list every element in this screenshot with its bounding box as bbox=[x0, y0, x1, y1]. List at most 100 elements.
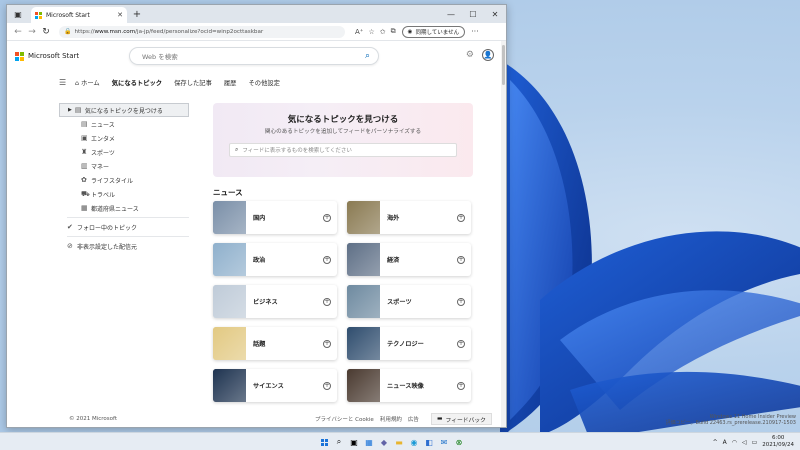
topic-card[interactable]: 政治 + bbox=[213, 243, 337, 276]
microsoft-logo-icon[interactable] bbox=[15, 51, 24, 61]
newspaper-icon: ▤ bbox=[81, 120, 88, 128]
wifi-icon[interactable]: ◠ bbox=[732, 439, 737, 446]
search-icon[interactable]: ⌕ bbox=[365, 51, 370, 61]
topic-card[interactable]: 話題 + bbox=[213, 327, 337, 360]
nav-item-other-settings[interactable]: その他設定 bbox=[248, 78, 279, 87]
chevron-up-icon[interactable]: ^ bbox=[713, 439, 718, 446]
favorite-star-icon[interactable]: ☆ bbox=[368, 28, 374, 36]
favorites-list-icon[interactable]: ✩ bbox=[380, 28, 386, 36]
sidebar-item-hidden-sources[interactable]: ⊘ 非表示設定した配信元 bbox=[59, 239, 189, 253]
profile-sync-button[interactable]: ◉ 同期していません bbox=[401, 25, 466, 38]
volume-icon[interactable]: ◁ bbox=[742, 439, 747, 446]
add-topic-icon[interactable]: + bbox=[323, 255, 331, 264]
page-scrollbar[interactable] bbox=[501, 41, 506, 427]
sidebar-item-discover[interactable]: ▶ ▤ 気になるトピックを見つける bbox=[59, 103, 189, 117]
system-tray: ^ A ◠ ◁ ▭ 6:00 2021/09/24 bbox=[713, 434, 794, 450]
gear-icon[interactable]: ⚙ bbox=[466, 50, 474, 60]
add-topic-icon[interactable]: + bbox=[323, 381, 331, 390]
feedback-button[interactable]: ▬ フィードバック bbox=[431, 413, 492, 425]
add-topic-icon[interactable]: + bbox=[323, 339, 331, 348]
new-tab-icon[interactable]: + bbox=[131, 8, 143, 20]
search-icon[interactable]: ⌕ bbox=[333, 436, 345, 448]
browser-tab[interactable]: Microsoft Start ✕ bbox=[31, 7, 127, 23]
tab-actions-icon[interactable]: ▣ bbox=[11, 8, 25, 20]
sidebar-item-topic[interactable]: ⛟ トラベル bbox=[59, 187, 189, 201]
topic-card[interactable]: スポーツ + bbox=[347, 285, 471, 318]
topic-card[interactable]: ニュース映像 + bbox=[347, 369, 471, 402]
car-icon: ⛟ bbox=[81, 189, 90, 198]
minimize-icon[interactable]: — bbox=[440, 5, 462, 23]
topic-card[interactable]: ビジネス + bbox=[213, 285, 337, 318]
add-topic-icon[interactable]: + bbox=[323, 297, 331, 306]
web-search-input[interactable]: Web を検索 ⌕ bbox=[129, 47, 379, 65]
avatar-icon[interactable]: 👤 bbox=[482, 49, 494, 61]
topic-card-label: スポーツ bbox=[387, 299, 412, 306]
sidebar-item-topic[interactable]: ▤ ニュース bbox=[59, 117, 189, 131]
add-topic-icon[interactable]: + bbox=[457, 213, 465, 222]
add-topic-icon[interactable]: + bbox=[457, 255, 465, 264]
nav-item-saved[interactable]: 保存した記事 bbox=[174, 78, 212, 87]
start-icon[interactable] bbox=[318, 436, 330, 448]
mail-icon[interactable]: ✉ bbox=[438, 436, 450, 448]
file-explorer-icon[interactable]: ▬ bbox=[393, 436, 405, 448]
window-controls: — ☐ ✕ bbox=[440, 5, 506, 23]
reader-view-icon[interactable]: A⁺ bbox=[355, 28, 363, 36]
sidebar-item-topic[interactable]: ▣ エンタメ bbox=[59, 131, 189, 145]
main-content: 気になるトピックを見つける 関心のあるトピックを追加してフィードをパーソナライズ… bbox=[213, 103, 473, 402]
footer-link-privacy[interactable]: プライバシーと Cookie bbox=[315, 415, 374, 423]
sidebar-item-topic[interactable]: ✿ ライフスタイル bbox=[59, 173, 189, 187]
footer-link-terms[interactable]: 利用規約 bbox=[380, 415, 402, 423]
sidebar-item-following[interactable]: ✔ フォロー中のトピック bbox=[59, 220, 189, 234]
forward-icon[interactable]: → bbox=[25, 25, 39, 39]
maximize-icon[interactable]: ☐ bbox=[462, 5, 484, 23]
task-view-icon[interactable]: ▣ bbox=[348, 436, 360, 448]
sidebar-item-label: マネー bbox=[91, 163, 110, 171]
nav-item-topics[interactable]: 気になるトピック bbox=[112, 78, 162, 87]
topic-card[interactable]: 経済 + bbox=[347, 243, 471, 276]
copyright: © 2021 Microsoft bbox=[69, 416, 118, 422]
topic-card-label: 話題 bbox=[253, 341, 266, 348]
sidebar-item-topic[interactable]: ▥ マネー bbox=[59, 159, 189, 173]
add-topic-icon[interactable]: + bbox=[457, 339, 465, 348]
site-header: Microsoft Start Web を検索 ⌕ ⚙ 👤 bbox=[7, 41, 506, 71]
refresh-icon[interactable]: ↻ bbox=[39, 25, 53, 39]
topic-thumbnail bbox=[347, 327, 380, 360]
back-icon[interactable]: ← bbox=[11, 25, 25, 39]
topic-card[interactable]: 国内 + bbox=[213, 201, 337, 234]
topic-thumbnail bbox=[213, 285, 246, 318]
brand-name[interactable]: Microsoft Start bbox=[28, 52, 79, 60]
hamburger-menu-icon[interactable]: ☰ bbox=[59, 78, 66, 87]
close-window-icon[interactable]: ✕ bbox=[484, 5, 506, 23]
topic-thumbnail bbox=[347, 243, 380, 276]
more-menu-icon[interactable]: ··· bbox=[471, 27, 479, 36]
sidebar-item-topic[interactable]: ♜ スポーツ bbox=[59, 145, 189, 159]
topic-card[interactable]: サイエンス + bbox=[213, 369, 337, 402]
nav-item-history[interactable]: 履歴 bbox=[224, 78, 237, 87]
battery-icon[interactable]: ▭ bbox=[752, 439, 758, 446]
topic-card[interactable]: 海外 + bbox=[347, 201, 471, 234]
topic-search-input[interactable]: ⌕ フィードに表示するものを検索してください bbox=[229, 143, 457, 157]
sidebar-item-label: ニュース bbox=[91, 121, 115, 129]
widgets-icon[interactable]: ▦ bbox=[363, 436, 375, 448]
sidebar-item-label: エンタメ bbox=[91, 135, 115, 143]
topic-card-label: 政治 bbox=[253, 257, 266, 264]
topic-thumbnail bbox=[347, 201, 380, 234]
url-field[interactable]: 🔒 https://www.msn.com/ja-jp/feed/persona… bbox=[59, 25, 345, 38]
topic-card[interactable]: テクノロジー + bbox=[347, 327, 471, 360]
collections-icon[interactable]: ⧉ bbox=[391, 27, 396, 36]
store-icon[interactable]: ◧ bbox=[423, 436, 435, 448]
nav-home[interactable]: ⌂ ホーム bbox=[75, 78, 100, 87]
taskbar-clock[interactable]: 6:00 2021/09/24 bbox=[762, 435, 794, 449]
add-topic-icon[interactable]: + bbox=[457, 297, 465, 306]
input-language-indicator[interactable]: A bbox=[723, 439, 727, 446]
discover-hero: 気になるトピックを見つける 関心のあるトピックを追加してフィードをパーソナライズ… bbox=[213, 103, 473, 177]
add-topic-icon[interactable]: + bbox=[323, 213, 331, 222]
edge-icon[interactable]: ◉ bbox=[408, 436, 420, 448]
topic-thumbnail bbox=[213, 327, 246, 360]
close-tab-icon[interactable]: ✕ bbox=[117, 11, 123, 19]
chat-icon[interactable]: ◆ bbox=[378, 436, 390, 448]
add-topic-icon[interactable]: + bbox=[457, 381, 465, 390]
footer-link-ads[interactable]: 広告 bbox=[408, 415, 419, 423]
sidebar-item-topic[interactable]: ▦ 都道府県ニュース bbox=[59, 201, 189, 215]
xbox-icon[interactable]: ⊗ bbox=[453, 436, 465, 448]
